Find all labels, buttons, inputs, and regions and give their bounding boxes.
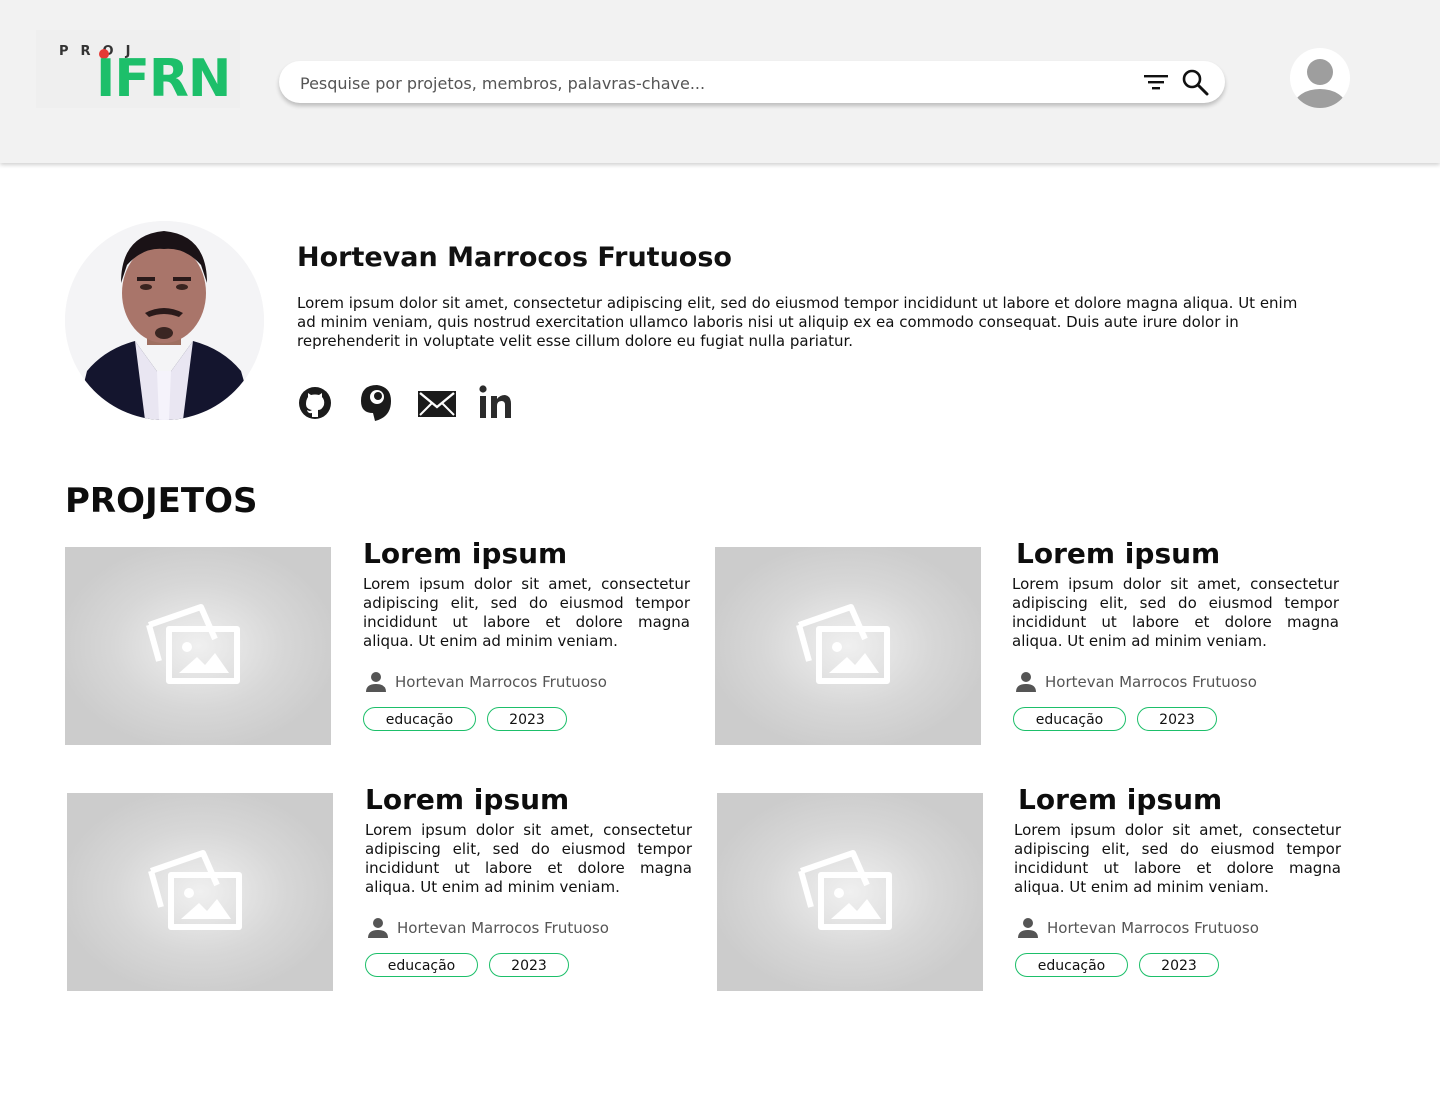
tag-category[interactable]: educação <box>1013 707 1126 731</box>
tag-category[interactable]: educação <box>363 707 476 731</box>
email-link[interactable] <box>417 383 457 423</box>
search-bar <box>279 61 1225 103</box>
project-author-name: Hortevan Marrocos Frutuoso <box>1045 673 1257 691</box>
project-thumbnail <box>65 547 331 745</box>
image-placeholder-icon <box>796 604 890 684</box>
project-thumbnail <box>67 793 333 991</box>
tag-year[interactable]: 2023 <box>1139 953 1219 977</box>
project-description: Lorem ipsum dolor sit amet, consectetur … <box>365 821 692 896</box>
project-author-name: Hortevan Marrocos Frutuoso <box>395 673 607 691</box>
user-avatar-icon <box>1294 59 1346 108</box>
projects-title: PROJETOS <box>65 481 258 521</box>
project-title[interactable]: Lorem ipsum <box>365 783 569 816</box>
lattes-link[interactable] <box>357 383 397 423</box>
logo-main-text: IFRN <box>96 49 231 109</box>
project-card[interactable]: Lorem ipsum Lorem ipsum dolor sit amet, … <box>65 537 705 747</box>
image-placeholder-icon <box>798 850 892 930</box>
linkedin-link[interactable] <box>479 383 519 423</box>
profile-photo <box>65 221 264 420</box>
person-icon <box>1018 918 1038 938</box>
search-input[interactable] <box>298 70 1122 96</box>
user-avatar[interactable] <box>1290 48 1350 108</box>
profile-photo-image <box>65 221 264 420</box>
person-icon <box>368 918 388 938</box>
tag-year[interactable]: 2023 <box>1137 707 1217 731</box>
project-author-name: Hortevan Marrocos Frutuoso <box>397 919 609 937</box>
project-thumbnail <box>717 793 983 991</box>
top-header: PROJ IFRN <box>0 0 1440 163</box>
project-thumbnail <box>715 547 981 745</box>
tag-category[interactable]: educação <box>1015 953 1128 977</box>
filter-icon[interactable] <box>1143 71 1169 93</box>
image-placeholder-icon <box>148 850 242 930</box>
project-title[interactable]: Lorem ipsum <box>363 537 567 570</box>
project-card[interactable]: Lorem ipsum Lorem ipsum dolor sit amet, … <box>67 783 707 993</box>
project-description: Lorem ipsum dolor sit amet, consectetur … <box>1014 821 1341 896</box>
tag-year[interactable]: 2023 <box>489 953 569 977</box>
lattes-icon <box>361 385 391 421</box>
project-title[interactable]: Lorem ipsum <box>1018 783 1222 816</box>
person-icon <box>1016 672 1036 692</box>
project-author-name: Hortevan Marrocos Frutuoso <box>1047 919 1259 937</box>
github-link[interactable] <box>297 383 337 423</box>
person-icon <box>366 672 386 692</box>
profile-name: Hortevan Marrocos Frutuoso <box>297 242 732 273</box>
search-icon[interactable] <box>1181 68 1209 96</box>
tag-year[interactable]: 2023 <box>487 707 567 731</box>
project-card[interactable]: Lorem ipsum Lorem ipsum dolor sit amet, … <box>717 783 1357 993</box>
profile-bio: Lorem ipsum dolor sit amet, consectetur … <box>297 294 1298 350</box>
github-icon <box>299 387 331 419</box>
project-title[interactable]: Lorem ipsum <box>1016 537 1220 570</box>
tag-category[interactable]: educação <box>365 953 478 977</box>
image-placeholder-icon <box>146 604 240 684</box>
email-icon <box>418 391 456 417</box>
project-description: Lorem ipsum dolor sit amet, consectetur … <box>1012 575 1339 650</box>
project-card[interactable]: Lorem ipsum Lorem ipsum dolor sit amet, … <box>715 537 1355 747</box>
site-logo[interactable]: PROJ IFRN <box>36 30 240 108</box>
project-description: Lorem ipsum dolor sit amet, consectetur … <box>363 575 690 650</box>
linkedin-icon <box>479 385 511 418</box>
